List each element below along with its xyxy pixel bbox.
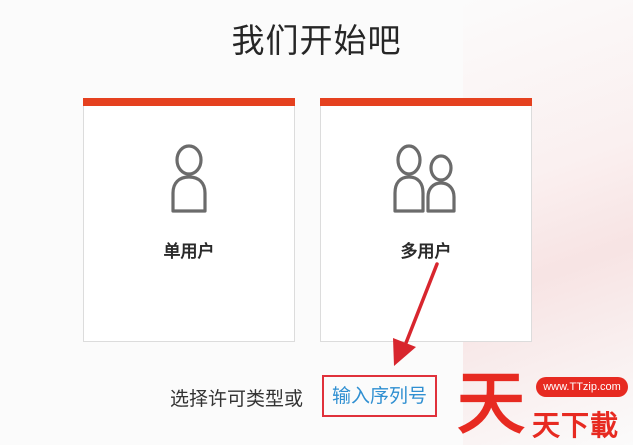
enter-serial-number-link[interactable]: 输入序列号 [322, 375, 438, 417]
multi-user-icon [321, 141, 531, 221]
single-user-icon [84, 141, 294, 221]
multi-user-card[interactable]: 多用户 [320, 98, 532, 342]
license-type-prompt: 选择许可类型或 [170, 388, 304, 410]
watermark-sub-text: 天下載 [532, 409, 620, 442]
multi-user-label: 多用户 [400, 242, 452, 262]
watermark-logo: 天 www.TTzip.com 天下載 [452, 368, 632, 444]
card-accent-bar [320, 98, 532, 106]
watermark-big-char: 天 [456, 365, 525, 444]
single-user-label: 单用户 [163, 242, 215, 262]
card-accent-bar [83, 98, 295, 106]
page-title: 我们开始吧 [231, 21, 402, 60]
watermark-badge: www.TTzip.com [536, 377, 628, 397]
single-user-card[interactable]: 单用户 [83, 98, 295, 342]
